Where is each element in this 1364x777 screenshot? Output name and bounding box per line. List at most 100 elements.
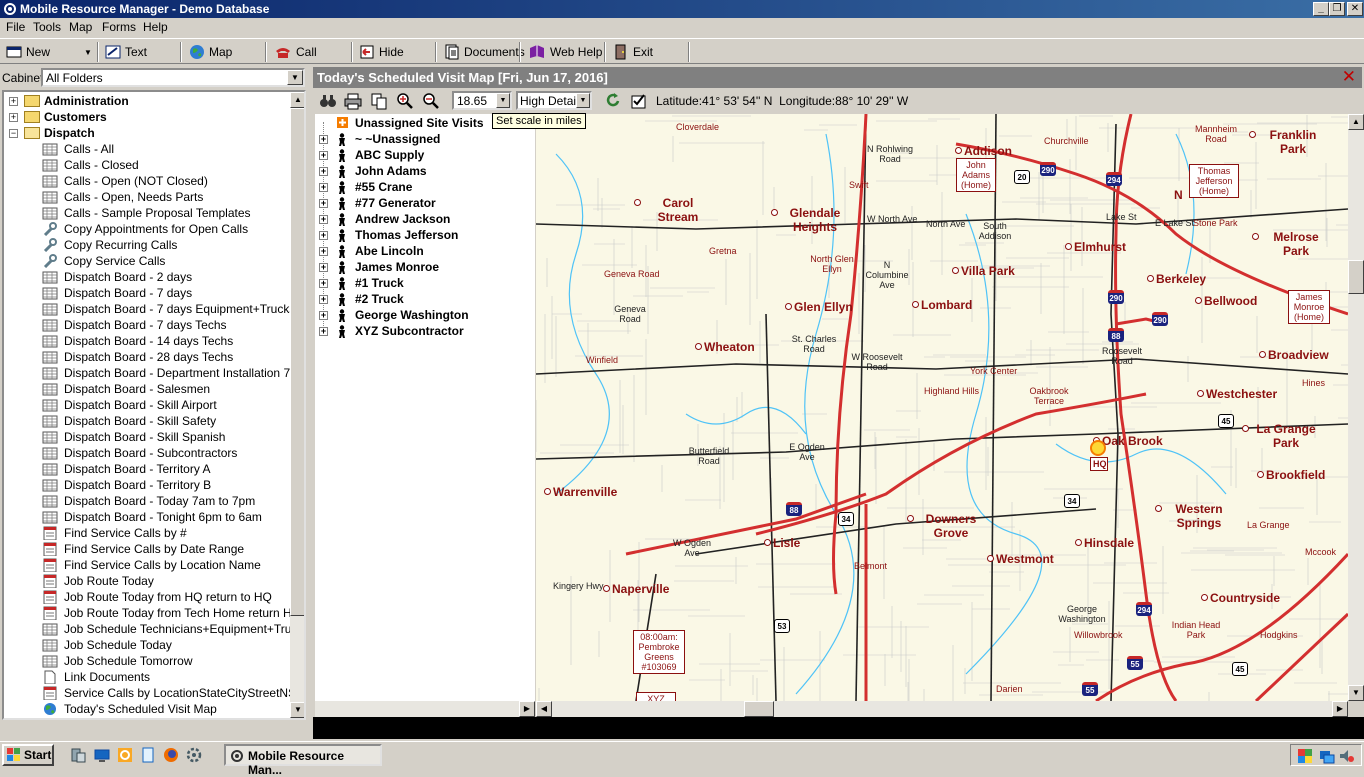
- grid-view-icon: [42, 383, 58, 396]
- map-button[interactable]: Map: [185, 41, 232, 63]
- scroll-down-icon[interactable]: ▼: [1348, 685, 1364, 701]
- web-help-button[interactable]: Web Help: [524, 41, 602, 63]
- minimize-button[interactable]: _: [1313, 2, 1329, 16]
- tree-item-label: Copy Service Calls: [64, 254, 166, 268]
- documents-button[interactable]: Documents: [440, 41, 525, 63]
- refresh-icon[interactable]: [604, 92, 622, 110]
- volume-muted-icon[interactable]: [1339, 748, 1355, 764]
- zoom-in-icon[interactable]: [396, 92, 414, 110]
- map-canvas[interactable]: Carol Stream Glendale Heights Addison Elmhu…: [536, 114, 1348, 701]
- hq-marker[interactable]: HQ: [1090, 457, 1108, 471]
- firefox-icon[interactable]: [163, 747, 179, 763]
- chevron-down-icon[interactable]: ▼: [496, 93, 510, 108]
- close-window-button[interactable]: ✕: [1347, 2, 1363, 16]
- scroll-up-icon[interactable]: ▲: [290, 92, 304, 108]
- interstate-shield-icon: 88: [786, 502, 802, 516]
- scroll-right-icon[interactable]: ▶: [519, 701, 535, 717]
- new-dropdown-icon[interactable]: ▼: [84, 48, 92, 57]
- menu-file[interactable]: File: [6, 20, 25, 34]
- tree-item-label: Calls - Open (NOT Closed): [64, 174, 208, 188]
- settings-gear-icon[interactable]: [186, 747, 202, 763]
- print-icon[interactable]: [344, 92, 362, 110]
- expand-icon[interactable]: +: [319, 135, 328, 144]
- zoom-out-icon[interactable]: [422, 92, 440, 110]
- map-location-box[interactable]: John Adams (Home): [956, 158, 996, 192]
- hq-star-icon[interactable]: [1090, 440, 1106, 456]
- cabinet-select[interactable]: All Folders ▼: [41, 68, 305, 87]
- call-button[interactable]: Call: [270, 41, 317, 63]
- exit-button[interactable]: Exit: [609, 41, 653, 63]
- tree-item-label: Dispatch Board - 2 days: [64, 270, 193, 284]
- map-vertical-scrollbar[interactable]: ▲ ▼: [1348, 114, 1364, 701]
- map-road-label: South Addison: [978, 221, 1012, 241]
- detail-select[interactable]: High Detail ▼: [516, 91, 592, 110]
- server-manager-icon[interactable]: [70, 747, 86, 763]
- chevron-down-icon[interactable]: ▼: [576, 93, 590, 108]
- tree-item-label: Job Schedule Today: [64, 638, 172, 652]
- folder-label: Dispatch: [44, 126, 95, 140]
- tree-item-label: Dispatch Board - Subcontractors: [64, 446, 238, 460]
- close-panel-icon[interactable]: ✕: [1342, 67, 1356, 87]
- scroll-thumb[interactable]: [1348, 260, 1364, 294]
- expand-icon[interactable]: +: [319, 311, 328, 320]
- scroll-up-icon[interactable]: ▲: [1348, 114, 1364, 130]
- hide-button[interactable]: Hide: [355, 41, 404, 63]
- text-button[interactable]: Text: [101, 41, 147, 63]
- scale-value: 18.65: [457, 94, 488, 108]
- expand-icon[interactable]: +: [319, 327, 328, 336]
- grid-view-icon: [42, 271, 58, 284]
- expand-icon[interactable]: +: [319, 199, 328, 208]
- map-city-label: Brookfield: [1266, 468, 1326, 482]
- map-location-box[interactable]: 08:00am: Pembroke Greens #103069: [633, 630, 685, 674]
- expand-icon[interactable]: +: [319, 247, 328, 256]
- expand-icon[interactable]: +: [9, 113, 18, 122]
- map-city-label: Melrose Park: [1273, 230, 1319, 258]
- network-icon[interactable]: [1319, 748, 1335, 764]
- interstate-shield-icon: 290: [1152, 312, 1168, 326]
- menu-tools[interactable]: Tools: [33, 20, 61, 34]
- visit-tree-hscroll[interactable]: ▶: [315, 701, 535, 717]
- scroll-left-icon[interactable]: ◀: [536, 701, 552, 717]
- taskbar-app-button[interactable]: Mobile Resource Man...: [224, 744, 382, 777]
- tree-item-label: Dispatch Board - Salesmen: [64, 382, 211, 396]
- monitor-icon[interactable]: [94, 747, 110, 763]
- expand-icon[interactable]: +: [319, 215, 328, 224]
- scale-input[interactable]: 18.65 ▼: [452, 91, 512, 110]
- scroll-thumb[interactable]: [744, 701, 774, 717]
- copy-icon[interactable]: [370, 92, 388, 110]
- expand-icon[interactable]: +: [319, 231, 328, 240]
- collapse-icon[interactable]: −: [9, 129, 18, 138]
- map-location-box[interactable]: James Monroe (Home): [1288, 290, 1330, 324]
- interstate-shield-icon: 290: [1040, 162, 1056, 176]
- notepad-icon[interactable]: [140, 747, 156, 763]
- map-location-box[interactable]: Thomas Jefferson (Home): [1189, 164, 1239, 198]
- scroll-thumb[interactable]: [290, 108, 304, 616]
- menu-forms[interactable]: Forms: [102, 20, 136, 34]
- expand-icon[interactable]: +: [319, 167, 328, 176]
- person-icon: [339, 293, 345, 306]
- expand-icon[interactable]: +: [319, 263, 328, 272]
- menu-help[interactable]: Help: [143, 20, 168, 34]
- restore-button[interactable]: ❐: [1329, 2, 1345, 16]
- tree-item-label: Dispatch Board - Skill Safety: [64, 414, 217, 428]
- map-road-label: St. Charles Road: [791, 334, 837, 354]
- map-location-box[interactable]: XYZ: [636, 692, 676, 701]
- expand-icon[interactable]: +: [9, 97, 18, 106]
- expand-icon[interactable]: +: [319, 279, 328, 288]
- outlook-icon[interactable]: [117, 747, 133, 763]
- chevron-down-icon[interactable]: ▼: [287, 70, 303, 85]
- expand-icon[interactable]: +: [319, 295, 328, 304]
- action-center-icon[interactable]: [1297, 748, 1313, 764]
- scroll-down-icon[interactable]: ▼: [290, 702, 304, 718]
- new-button[interactable]: New ▼: [2, 41, 94, 63]
- start-button[interactable]: Start: [2, 744, 54, 766]
- map-horizontal-scrollbar[interactable]: ◀ ▶: [536, 701, 1348, 717]
- interstate-shield-icon: 88: [1108, 328, 1124, 342]
- expand-icon[interactable]: +: [319, 151, 328, 160]
- checklist-icon[interactable]: [630, 92, 648, 110]
- scroll-right-icon[interactable]: ▶: [1332, 701, 1348, 717]
- expand-icon[interactable]: +: [319, 183, 328, 192]
- tree-scrollbar[interactable]: ▲ ▼: [290, 92, 304, 718]
- binoculars-icon[interactable]: [319, 92, 337, 110]
- menu-map[interactable]: Map: [69, 20, 92, 34]
